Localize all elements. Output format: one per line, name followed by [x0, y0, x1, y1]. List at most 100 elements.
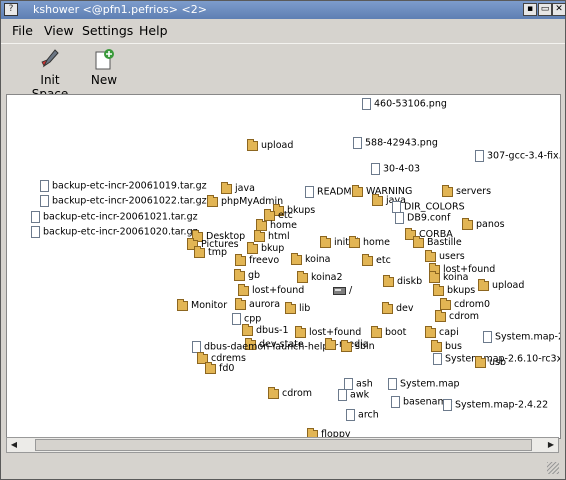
graph-node-koina2[interactable]: koina2 [297, 270, 343, 284]
graph-node-label: lib [299, 303, 311, 314]
graph-node-backup-etc-incr-20061022-tar-gz[interactable]: backup-etc-incr-20061022.tar.gz [40, 195, 207, 208]
file-icon [388, 378, 397, 390]
graph-node-home[interactable]: home [349, 235, 390, 249]
graph-node-monitor[interactable]: Monitor [177, 298, 227, 312]
graph-node-system-map[interactable]: System.map [388, 378, 460, 391]
graph-node-cdrom0[interactable]: cdrom0 [440, 297, 490, 311]
graph-node-readme[interactable]: README [305, 186, 358, 199]
graph-node-460-53106-png[interactable]: 460-53106.png [362, 98, 447, 111]
title-bar[interactable]: ? kshower <@pfn1.pefrios> <2> ▪ ▭ ✕ [1, 1, 566, 19]
graph-node-label: 588-42943.png [365, 137, 438, 149]
folder-icon [235, 297, 246, 310]
graph-node-588-42943-png[interactable]: 588-42943.png [353, 137, 438, 150]
scroll-right-icon[interactable]: ▶ [544, 438, 558, 452]
graph-node-bkups[interactable]: bkups [433, 283, 475, 297]
minimize-icon[interactable]: ▪ [523, 3, 537, 16]
graph-node-bus[interactable]: bus [431, 339, 462, 353]
horizontal-scrollbar[interactable]: ◀ ▶ [6, 437, 559, 453]
graph-node-db9-conf[interactable]: DB9.conf [395, 212, 450, 225]
graph-node-system-map-2-4-22[interactable]: System.map-2.4.22 [443, 399, 548, 412]
folder-icon [235, 253, 246, 266]
graph-node-users[interactable]: users [425, 249, 465, 263]
graph-node-tmp[interactable]: tmp [194, 245, 227, 259]
graph-node-label: dev [396, 303, 414, 314]
graph-node-bkup[interactable]: bkup [247, 241, 284, 255]
graph-node-java[interactable]: java [221, 181, 255, 195]
graph-node-lib[interactable]: lib [285, 301, 311, 315]
graph-node-307-gcc-3-4-fix-pa[interactable]: 307-gcc-3.4-fix.pa [475, 150, 560, 163]
scrollbar-thumb[interactable] [35, 439, 532, 451]
graph-node-html[interactable]: html [254, 229, 290, 243]
file-icon [31, 211, 40, 223]
graph-node-phpmyadmin[interactable]: phpMyAdmin [207, 194, 283, 208]
graph-node-label: dbus-daemon-launch-helper [204, 341, 339, 353]
graph-node-label: sbin [355, 341, 375, 352]
graph-node-label: System.map [400, 378, 460, 390]
folder-icon [205, 361, 216, 374]
graph-node-system-map-2-6[interactable]: System.map-2.6 [483, 331, 560, 344]
graph-node-backup-etc-incr-20061019-tar-gz[interactable]: backup-etc-incr-20061019.tar.gz [40, 180, 207, 193]
graph-node-30-4-03[interactable]: 30-4-03 [371, 163, 420, 176]
graph-node-label: DB9.conf [407, 212, 451, 224]
folder-icon [207, 194, 218, 207]
graph-node-servers[interactable]: servers [442, 184, 491, 198]
graph-node-etc[interactable]: etc [362, 253, 391, 267]
graph-node-capi[interactable]: capi [425, 325, 459, 339]
graph-node-koina[interactable]: koina [291, 252, 330, 266]
graph-node-dbus-daemon-launch-helper[interactable]: dbus-daemon-launch-helper [192, 341, 338, 354]
file-icon [232, 313, 241, 325]
graph-node-label: arch [358, 409, 379, 421]
folder-icon [425, 325, 436, 338]
file-icon [40, 180, 49, 192]
menu-bar: File View Settings Help [1, 19, 565, 41]
graph-node-dbus-1[interactable]: dbus-1 [242, 323, 289, 337]
file-icon [395, 212, 404, 224]
graph-node-gb[interactable]: gb [234, 268, 260, 282]
file-graph-canvas[interactable]: / 460-53106.png upload 588-42943.png 307-gc… [6, 94, 561, 439]
graph-node-sbin[interactable]: sbin [341, 339, 375, 353]
graph-node-freevo[interactable]: freevo [235, 253, 279, 267]
folder-icon [238, 283, 249, 296]
graph-node-boot[interactable]: boot [371, 325, 406, 339]
graph-node-usb[interactable]: usb [475, 355, 506, 369]
graph-node-bastille[interactable]: Bastille [413, 235, 462, 249]
root-node[interactable]: / [333, 285, 352, 297]
menu-file[interactable]: File [12, 23, 33, 38]
graph-node-awk[interactable]: awk [338, 389, 369, 402]
scroll-left-icon[interactable]: ◀ [7, 438, 21, 452]
file-icon [371, 163, 380, 175]
graph-node-cdrom[interactable]: cdrom [268, 386, 312, 400]
graph-node-aurora[interactable]: aurora [235, 297, 280, 311]
graph-node-arch[interactable]: arch [346, 409, 379, 422]
folder-icon [325, 337, 336, 350]
graph-node-fd0[interactable]: fd0 [205, 361, 235, 375]
graph-node-dev[interactable]: dev [382, 301, 414, 315]
menu-view[interactable]: View [44, 23, 74, 38]
maximize-icon[interactable]: ▭ [538, 3, 552, 16]
folder-icon [413, 235, 424, 248]
folder-icon [297, 270, 308, 283]
root-label: / [349, 285, 353, 296]
graph-node-cdrom[interactable]: cdrom [435, 309, 479, 323]
graph-node-upload[interactable]: upload [247, 138, 293, 152]
menu-help[interactable]: Help [139, 23, 168, 38]
graph-node-diskb[interactable]: diskb [383, 274, 422, 288]
graph-node-upload[interactable]: upload [478, 278, 524, 292]
graph-node-label: fd0 [219, 363, 235, 374]
graph-node-backup-etc-incr-20061020-tar-gz[interactable]: backup-etc-incr-20061020.tar.gz [31, 226, 198, 239]
application-window: ? kshower <@pfn1.pefrios> <2> ▪ ▭ ✕ File… [0, 0, 566, 480]
folder-icon [475, 355, 486, 368]
resize-grip-icon[interactable] [547, 462, 559, 474]
graph-node-label: java [235, 183, 255, 194]
close-icon[interactable]: ✕ [552, 3, 566, 16]
app-menu-icon[interactable]: ? [4, 3, 18, 16]
graph-node-label: System.map-2.4.22 [455, 399, 549, 411]
graph-node-panos[interactable]: panos [462, 217, 505, 231]
new-button[interactable]: New [89, 48, 119, 87]
graph-node-backup-etc-incr-20061021-tar-gz[interactable]: backup-etc-incr-20061021.tar.gz [31, 211, 198, 224]
disk-icon [333, 287, 346, 295]
graph-node-koina[interactable]: koina [429, 270, 468, 284]
file-icon [475, 150, 484, 162]
graph-node-lost-found[interactable]: lost+found [238, 283, 304, 297]
menu-settings[interactable]: Settings [82, 23, 133, 38]
